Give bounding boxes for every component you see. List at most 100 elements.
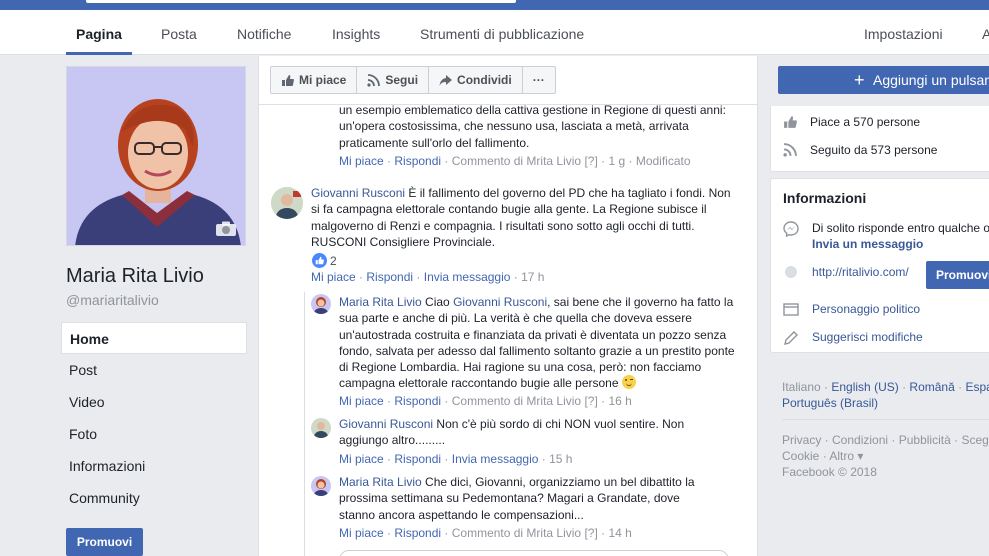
nav-item-informazioni[interactable]: Informazioni — [61, 450, 247, 482]
comment-like-link[interactable]: Mi piace — [339, 154, 384, 168]
website-row: http://ritalivio.com/ — [783, 265, 909, 279]
tab-pagina[interactable]: Pagina — [76, 26, 122, 42]
comment-author[interactable]: Maria Rita Livio — [339, 475, 422, 489]
reply-composer-input[interactable] — [339, 550, 729, 556]
comment-author[interactable]: Giovanni Rusconi — [339, 417, 433, 431]
language-link[interactable]: Espa — [965, 380, 989, 394]
like-page-label: Mi piace — [299, 73, 347, 87]
edited-label[interactable]: Modificato — [636, 154, 691, 168]
tab-settings[interactable]: Impostazioni — [864, 26, 943, 42]
promote-button[interactable]: Promuovi — [66, 528, 143, 556]
nav-item-foto[interactable]: Foto — [61, 418, 247, 450]
comment-reply-link[interactable]: Rispondi — [366, 270, 413, 284]
camera-icon[interactable] — [215, 221, 237, 237]
category-link[interactable]: Personaggio politico — [812, 302, 920, 316]
terms-link[interactable]: Condizioni — [832, 433, 888, 447]
likes-count[interactable]: Piace a 570 persone — [810, 115, 920, 129]
comment-like-link[interactable]: Mi piace — [339, 526, 384, 540]
comment-like-link[interactable]: Mi piace — [339, 452, 384, 466]
rss-icon — [367, 73, 381, 87]
share-button[interactable]: Condividi — [429, 67, 523, 93]
follows-count[interactable]: Seguito da 573 persone — [810, 143, 937, 157]
help-link[interactable]: [?] — [584, 394, 597, 408]
feed-column: Mi piace Segui Condividi ··· un esempio … — [258, 56, 758, 556]
comment-reply-link[interactable]: Rispondi — [394, 526, 441, 540]
comment-text: Giovanni Rusconi Non c'è più sordo di ch… — [339, 416, 729, 449]
website-link[interactable]: http://ritalivio.com/ — [812, 265, 909, 279]
send-message-link[interactable]: Invia messaggio — [424, 270, 511, 284]
language-link[interactable]: Português (Brasil) — [782, 396, 878, 410]
comment-body: , sai bene che il governo ha fatto la su… — [339, 295, 735, 391]
more-options-button[interactable]: ··· — [523, 67, 555, 93]
top-bar — [0, 0, 989, 10]
comment-time[interactable]: 16 h — [608, 394, 631, 408]
avatar[interactable] — [311, 418, 331, 438]
avatar[interactable] — [311, 476, 331, 496]
share-label: Condividi — [457, 73, 512, 87]
share-arrow-icon — [439, 74, 453, 86]
nav-item-post[interactable]: Post — [61, 354, 247, 386]
ads-link[interactable]: Pubblicità — [899, 433, 951, 447]
active-tab-indicator — [66, 52, 132, 55]
comment-like-link[interactable]: Mi piace — [339, 394, 384, 408]
pencil-icon — [784, 331, 798, 345]
info-card: Informazioni Di solito risponde entro qu… — [770, 178, 989, 353]
add-button-label: Aggiungi un pulsante — [873, 72, 989, 88]
comment-reply-link[interactable]: Rispondi — [394, 394, 441, 408]
like-page-button[interactable]: Mi piace — [271, 67, 358, 93]
tab-help[interactable]: A — [982, 26, 989, 42]
comment-time[interactable]: 17 h — [521, 270, 544, 284]
privacy-link[interactable]: Privacy — [782, 433, 821, 447]
help-link[interactable]: [?] — [584, 526, 597, 540]
nav-item-video[interactable]: Video — [61, 386, 247, 418]
response-row: Di solito risponde entro qualche or Invi… — [783, 221, 989, 251]
comment-time[interactable]: 1 g — [608, 154, 625, 168]
follows-stat: Seguito da 573 persone — [783, 143, 937, 157]
left-column: Maria Rita Livio @mariaritalivio Home Po… — [0, 56, 258, 556]
reaction-count-value: 2 — [330, 253, 337, 268]
add-button[interactable]: + Aggiungi un pulsante — [778, 66, 989, 94]
messenger-icon — [783, 221, 799, 237]
avatar[interactable] — [311, 294, 331, 314]
tab-publishing-tools[interactable]: Strumenti di pubblicazione — [420, 26, 584, 42]
profile-picture[interactable] — [66, 66, 246, 246]
follow-button[interactable]: Segui — [357, 67, 430, 93]
tab-posta[interactable]: Posta — [161, 26, 197, 42]
cookie-link[interactable]: Cookie — [782, 449, 819, 463]
language-link[interactable]: Română — [909, 380, 954, 394]
comment-author[interactable]: Maria Rita Livio — [339, 295, 422, 309]
reaction-count[interactable]: 2 — [312, 253, 337, 268]
promote-website-button[interactable]: Promuovi — [926, 261, 989, 289]
suggest-edits-link[interactable]: Suggerisci modifiche — [812, 330, 923, 344]
comment-time[interactable]: 15 h — [549, 452, 572, 466]
language-link[interactable]: English (US) — [831, 380, 898, 394]
comment-author[interactable]: Giovanni Rusconi — [311, 186, 405, 200]
mention-link[interactable]: Giovanni Rusconi — [453, 295, 547, 309]
comment-author-info: Commento di Mrita Livio — [451, 154, 582, 168]
send-message-link[interactable]: Invia messaggio — [452, 452, 539, 466]
tab-insights[interactable]: Insights — [332, 26, 380, 42]
comment-like-link[interactable]: Mi piace — [311, 270, 356, 284]
more-dots-icon: ··· — [532, 73, 545, 87]
ad-choices-link[interactable]: Sceg — [961, 433, 988, 447]
stats-card: Piace a 570 persone Seguito da 573 perso… — [770, 106, 989, 172]
nav-item-community[interactable]: Community — [61, 482, 247, 514]
comment-time[interactable]: 14 h — [608, 526, 631, 540]
info-title: Informazioni — [783, 190, 867, 206]
more-link[interactable]: Altro — [829, 449, 854, 463]
search-bar[interactable] — [86, 0, 516, 3]
help-link[interactable]: [?] — [584, 154, 597, 168]
nav-item-home[interactable]: Home — [61, 322, 247, 354]
left-nav: Home Post Video Foto Informazioni Commun… — [61, 322, 247, 514]
profile-photo-illustration — [67, 67, 245, 245]
tab-notifiche[interactable]: Notifiche — [237, 26, 291, 42]
comment-text: Maria Rita Livio Ciao Giovanni Rusconi, … — [339, 294, 739, 392]
avatar[interactable] — [271, 187, 303, 219]
page-handle[interactable]: @mariaritalivio — [66, 292, 159, 308]
comment-reply-link[interactable]: Rispondi — [394, 154, 441, 168]
follow-label: Segui — [385, 73, 419, 87]
like-reaction-icon — [312, 253, 327, 268]
comment-reply-link[interactable]: Rispondi — [394, 452, 441, 466]
send-message-link[interactable]: Invia un messaggio — [812, 237, 989, 251]
globe-icon — [785, 266, 797, 278]
